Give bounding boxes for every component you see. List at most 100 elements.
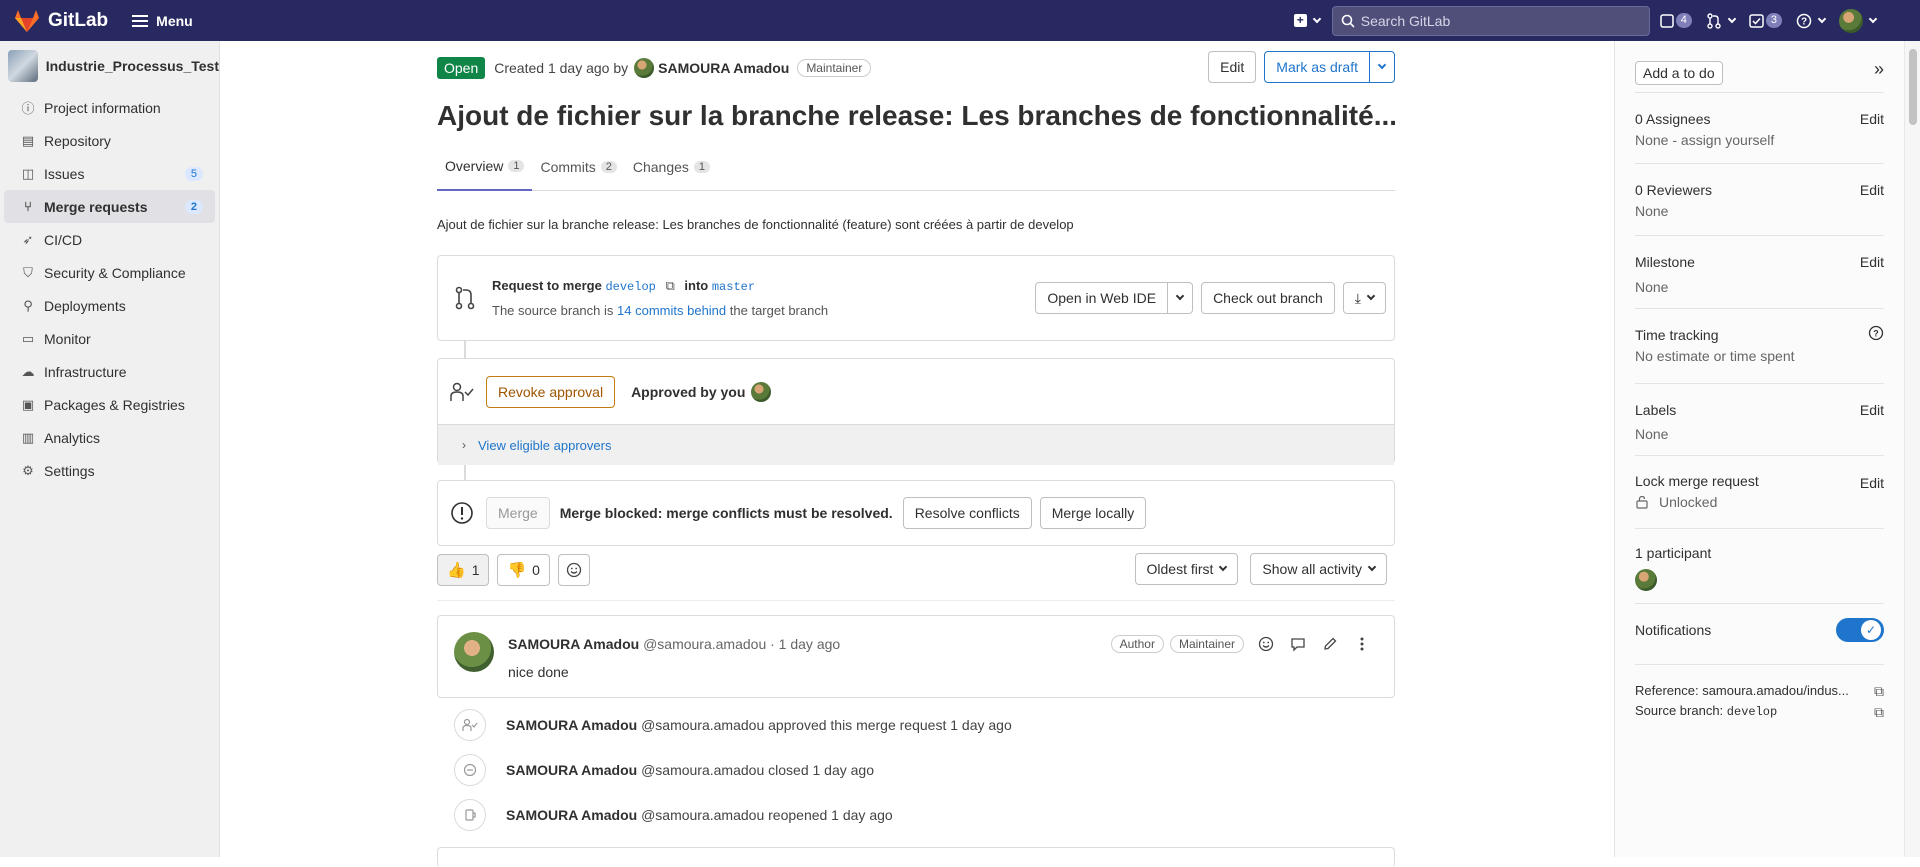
more-actions-dropdown[interactable] — [1369, 51, 1395, 83]
check-out-branch-button[interactable]: Check out branch — [1201, 282, 1335, 314]
merge-request-icon — [455, 286, 475, 310]
source-branch[interactable]: develop — [605, 280, 655, 294]
participant-avatar[interactable] — [1635, 569, 1657, 591]
deployments-icon: ⚲ — [23, 297, 33, 313]
commits-behind-link[interactable]: 14 commits behind — [617, 303, 726, 318]
chevron-down-icon — [1817, 14, 1827, 23]
sidebar-item-deployments[interactable]: ⚲ Deployments — [4, 289, 215, 322]
milestone-edit[interactable]: Edit — [1860, 254, 1884, 270]
reply-icon[interactable] — [1282, 632, 1314, 656]
view-eligible-approvers-link[interactable]: View eligible approvers — [478, 438, 611, 453]
author-name[interactable]: SAMOURA Amadou — [658, 60, 789, 76]
collapse-sidebar-icon[interactable]: » — [1874, 59, 1884, 80]
new-item-dropdown[interactable]: + — [1293, 14, 1321, 27]
gitlab-logo[interactable]: GitLab — [14, 9, 108, 33]
user-menu[interactable] — [1839, 8, 1878, 33]
activity-filter-dropdown[interactable]: Show all activity — [1250, 553, 1387, 585]
lock-edit[interactable]: Edit — [1860, 475, 1884, 491]
issues-icon: ◫ — [21, 165, 35, 181]
help-dropdown[interactable]: ? — [1796, 13, 1827, 29]
mr-description: Ajout de fichier sur la branche release:… — [437, 217, 1074, 232]
approver-avatar[interactable] — [751, 381, 772, 402]
thumbs-down-reaction[interactable]: 👎 0 — [497, 554, 550, 586]
labels-edit[interactable]: Edit — [1860, 402, 1884, 418]
help-icon[interactable]: ? — [1868, 325, 1884, 344]
author-avatar[interactable] — [634, 58, 655, 78]
sort-order-dropdown[interactable]: Oldest first — [1134, 553, 1239, 585]
open-web-ide-button[interactable]: Open in Web IDE — [1035, 282, 1169, 314]
revoke-approval-button[interactable]: Revoke approval — [486, 375, 616, 408]
tab-overview[interactable]: Overview 1 — [437, 143, 533, 191]
activity-item: SAMOURA Amadou @samoura.amadou reopened … — [437, 792, 1395, 837]
todos-shortcut[interactable]: 3 — [1749, 13, 1782, 28]
merge-button[interactable]: Merge — [486, 497, 550, 529]
search-box[interactable] — [1331, 5, 1650, 36]
merge-locally-button[interactable]: Merge locally — [1039, 497, 1147, 529]
edit-button[interactable]: Edit — [1208, 51, 1257, 83]
download-dropdown[interactable]: ⤓ — [1342, 282, 1386, 314]
commenter-avatar[interactable] — [454, 632, 494, 672]
assignees-edit[interactable]: Edit — [1860, 111, 1884, 127]
labels-section: Labels None Edit — [1635, 384, 1884, 456]
info-icon: ⓘ — [21, 101, 35, 116]
resolve-conflicts-button[interactable]: Resolve conflicts — [902, 497, 1032, 529]
chevron-down-icon — [1366, 291, 1376, 301]
issues-shortcut[interactable]: 4 — [1660, 13, 1692, 28]
cloud-icon: ☁ — [21, 363, 35, 379]
thumbs-up-icon: 👍 — [447, 562, 466, 579]
sidebar-item-packages-registries[interactable]: ▣ Packages & Registries — [4, 388, 215, 421]
web-ide-dropdown[interactable] — [1167, 282, 1194, 314]
tab-changes[interactable]: Changes 1 — [625, 143, 718, 191]
sidebar-item-project-information[interactable]: ⓘ Project information — [4, 91, 215, 124]
warning-icon — [451, 502, 473, 524]
notifications-toggle[interactable] — [1836, 618, 1884, 642]
sidebar-item-monitor[interactable]: ▭ Monitor — [4, 322, 215, 355]
filter-label: Show all activity — [1262, 561, 1362, 577]
chevron-down-icon — [1312, 14, 1321, 23]
participants-section: 1 participant — [1635, 529, 1884, 604]
sidebar-item-security-compliance[interactable]: ⛉ Security & Compliance — [4, 256, 215, 289]
copy-icon[interactable]: ⧉ — [665, 278, 674, 293]
maintainer-badge: Maintainer — [1169, 635, 1244, 653]
unlock-icon — [1636, 495, 1648, 509]
copy-branch-icon[interactable]: ⧉ — [1874, 704, 1884, 721]
target-branch[interactable]: master — [712, 280, 755, 294]
activity-author[interactable]: SAMOURA Amadou — [506, 717, 637, 733]
activity-author[interactable]: SAMOURA Amadou — [506, 762, 637, 778]
lock-title: Lock merge request — [1635, 473, 1759, 489]
menu-button[interactable]: Menu — [132, 13, 193, 29]
copy-reference-icon[interactable]: ⧉ — [1874, 683, 1884, 700]
sidebar-item-repository[interactable]: ▤ Repository — [4, 124, 215, 157]
tab-commits[interactable]: Commits 2 — [532, 143, 624, 191]
add-todo-button[interactable]: Add a to do — [1635, 61, 1723, 85]
search-input[interactable] — [1360, 12, 1631, 29]
thumbs-up-reaction[interactable]: 👍 1 — [437, 554, 490, 586]
add-reaction-icon[interactable] — [1250, 632, 1282, 656]
sidebar-item-analytics[interactable]: ▥ Analytics — [4, 421, 215, 454]
help-icon: ? — [1796, 13, 1812, 28]
add-reaction-button[interactable] — [557, 554, 590, 586]
reviewers-edit[interactable]: Edit — [1860, 182, 1884, 198]
more-actions-icon[interactable] — [1346, 632, 1378, 656]
sidebar-item-infrastructure[interactable]: ☁ Infrastructure — [4, 355, 215, 388]
sidebar-item-settings[interactable]: ⚙ Settings — [4, 454, 215, 487]
page-title: Ajout de fichier sur la branche release:… — [437, 100, 1395, 131]
edit-pencil-icon[interactable] — [1314, 632, 1346, 656]
sidebar-item-label: CI/CD — [44, 231, 83, 248]
sidebar-item-issues[interactable]: ◫ Issues 5 — [4, 157, 215, 190]
activity-author[interactable]: SAMOURA Amadou — [506, 807, 637, 823]
sidebar-item-label: Analytics — [44, 429, 101, 446]
sort-label: Oldest first — [1146, 561, 1214, 577]
merge-requests-shortcut[interactable] — [1706, 12, 1737, 29]
eligible-approvers-toggle[interactable]: › View eligible approvers — [438, 424, 1394, 465]
sidebar-item-ci-cd[interactable]: ➶ CI/CD — [4, 223, 215, 256]
project-header[interactable]: Industrie_Processus_Test — [0, 41, 219, 91]
tab-label: Overview — [445, 158, 504, 174]
scrollbar-thumb[interactable] — [1909, 49, 1917, 125]
tab-label: Changes — [632, 159, 689, 175]
page-scrollbar[interactable] — [1904, 41, 1920, 857]
mark-as-draft-button[interactable]: Mark as draft — [1264, 51, 1370, 83]
assignees-value[interactable]: None - assign yourself — [1635, 132, 1884, 148]
sidebar-item-merge-requests[interactable]: ⑂ Merge requests 2 — [4, 190, 215, 223]
commenter-name[interactable]: SAMOURA Amadou — [508, 636, 639, 652]
